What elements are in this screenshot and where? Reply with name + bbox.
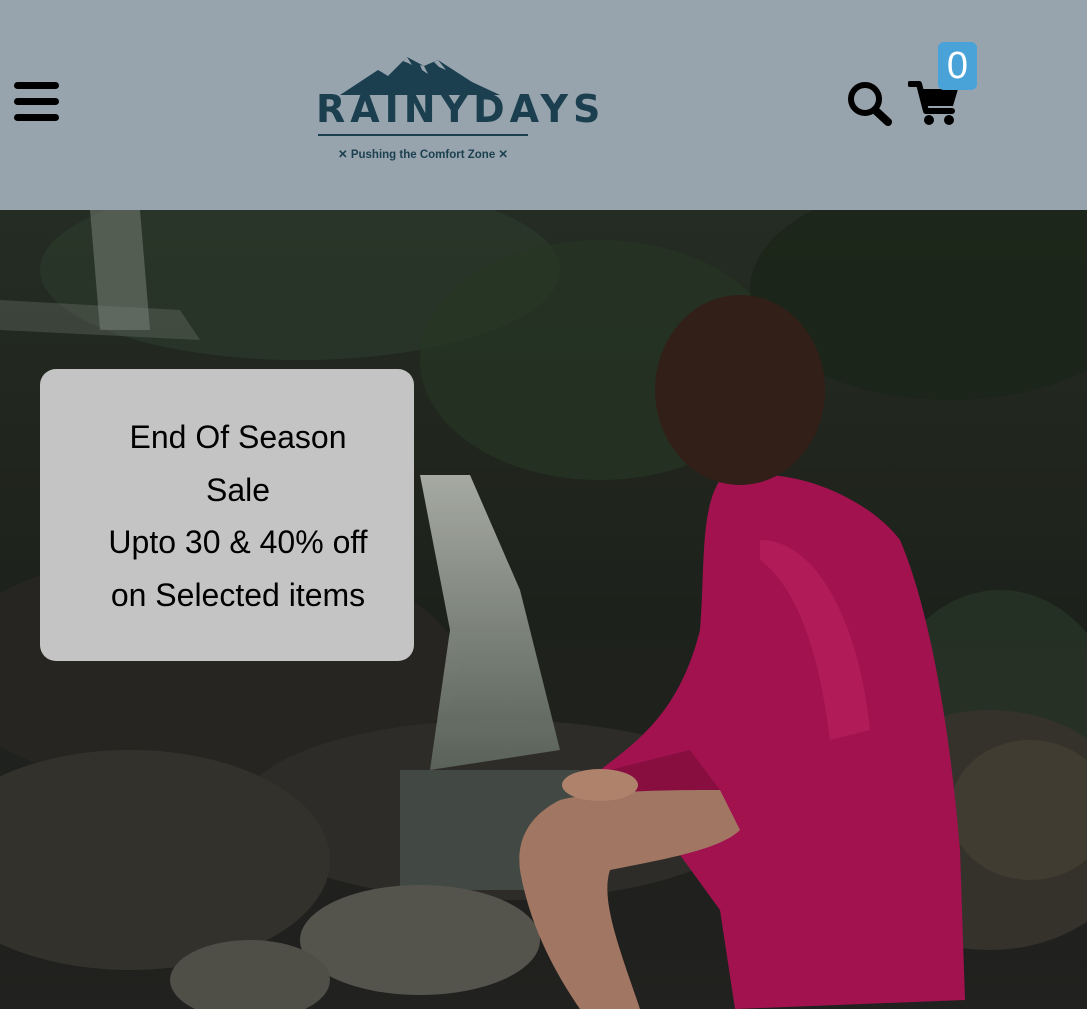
logo-tagline: ✕ Pushing the Comfort Zone ✕	[338, 149, 509, 161]
promo-card[interactable]: End Of Season Sale Upto 30 & 40% off on …	[40, 369, 414, 661]
logo-divider	[318, 134, 528, 136]
promo-text: End Of Season Sale Upto 30 & 40% off on …	[90, 411, 386, 621]
promo-line-1: End Of Season	[129, 419, 347, 455]
site-header: RAINYDAYS ✕ Pushing the Comfort Zone ✕ 0	[0, 0, 1087, 210]
logo-wordmark: RAINYDAYS	[316, 87, 606, 131]
promo-line-3: Upto 30 & 40% off	[108, 524, 368, 560]
promo-line-2: Sale	[205, 471, 271, 508]
cart-count-badge: 0	[938, 42, 977, 90]
hamburger-menu-button[interactable]	[14, 80, 60, 122]
promo-line-4: on Selected items	[110, 576, 366, 613]
search-icon	[848, 82, 892, 126]
rainydays-logo[interactable]: RAINYDAYS ✕ Pushing the Comfort Zone ✕	[300, 40, 600, 170]
menu-bar-bottom	[14, 114, 59, 121]
menu-bar-top	[14, 82, 59, 89]
search-button[interactable]	[846, 80, 894, 126]
menu-bar-middle	[14, 98, 59, 105]
